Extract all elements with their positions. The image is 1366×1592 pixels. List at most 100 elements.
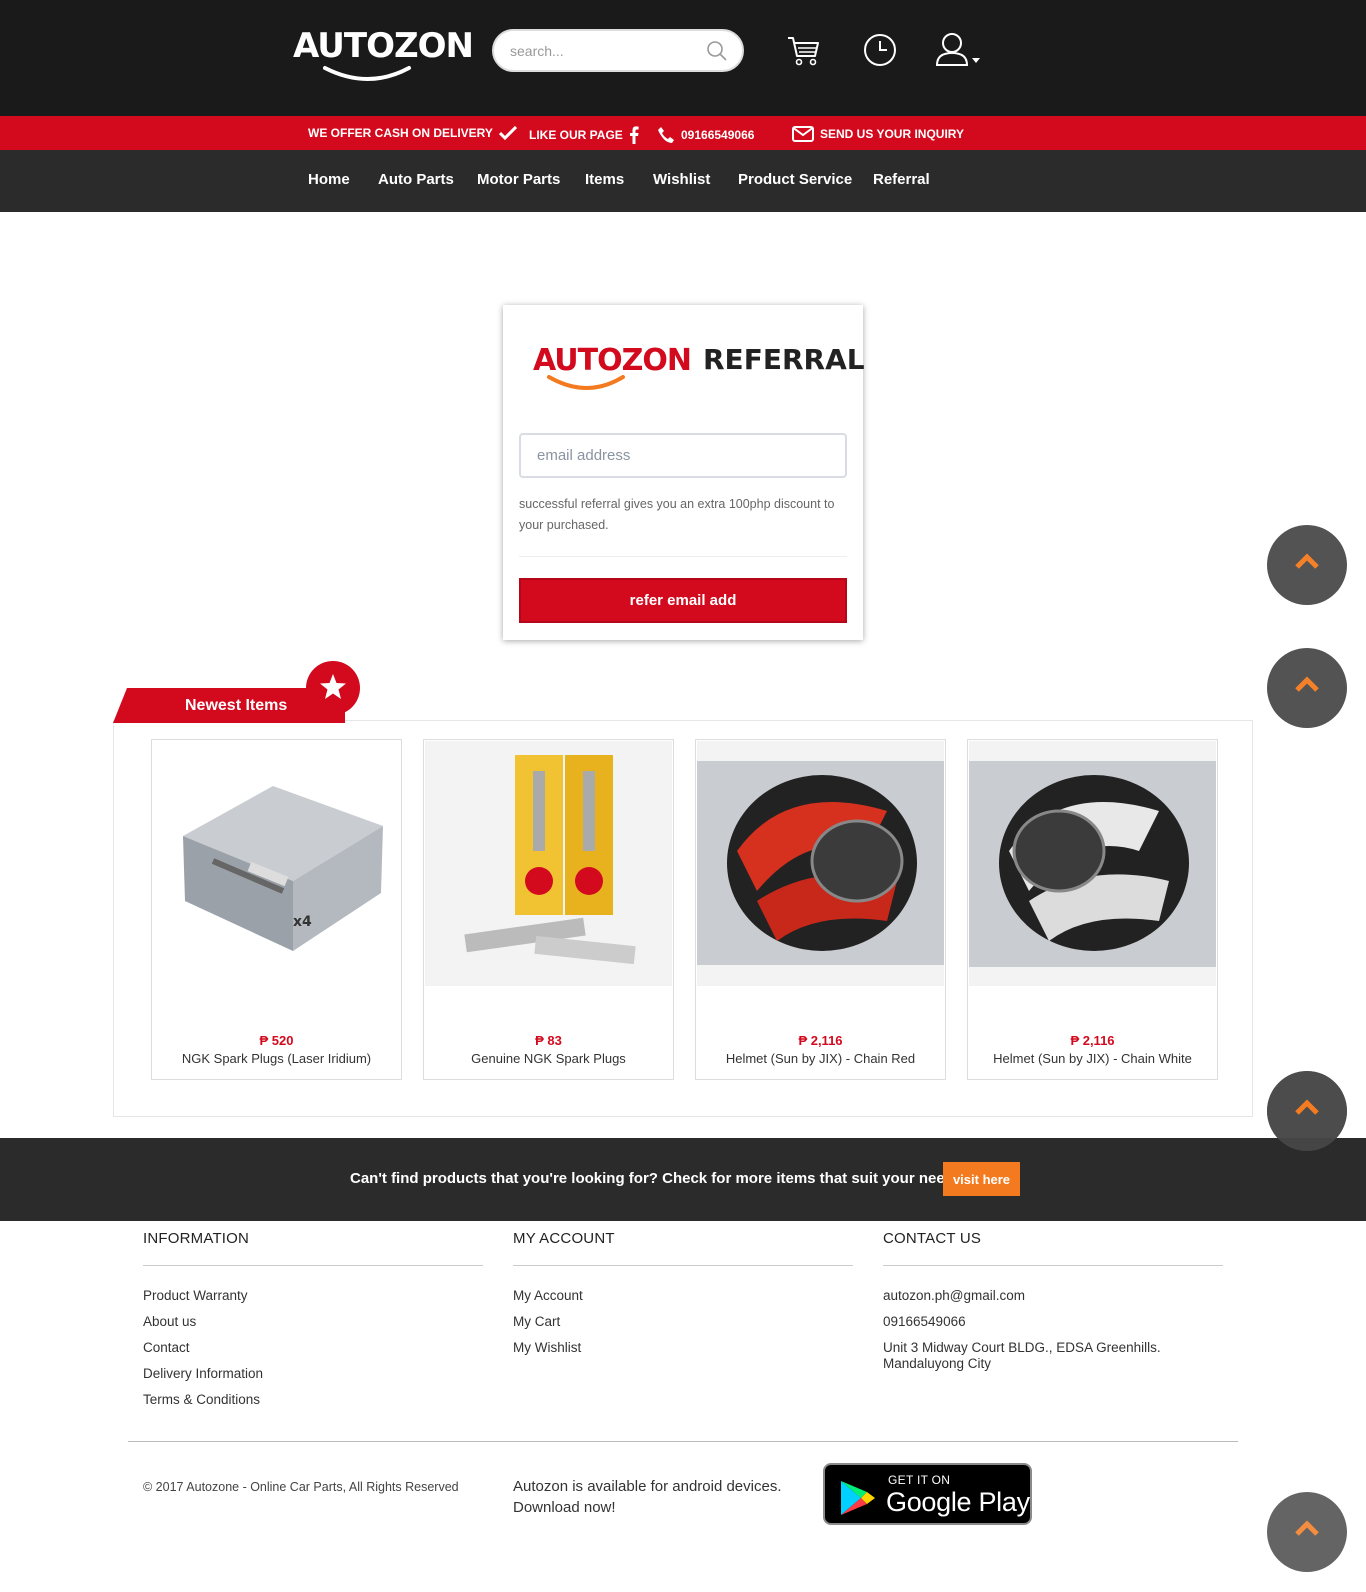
product-price: ₱ 2,116 [1070, 1033, 1115, 1048]
footer-link-contact[interactable]: Contact [143, 1340, 483, 1356]
like-page-link[interactable]: LIKE OUR PAGE [529, 126, 639, 144]
envelope-icon [792, 126, 814, 142]
footer-link-about-us[interactable]: About us [143, 1314, 483, 1330]
google-play-badge[interactable]: GET IT ON Google Play [823, 1463, 1032, 1525]
nav-referral[interactable]: Referral [873, 171, 930, 188]
cart-icon[interactable] [786, 32, 820, 68]
footer-contact-title: CONTACT US [883, 1230, 982, 1247]
gplay-small-text: GET IT ON [888, 1473, 951, 1487]
footer-link-my-cart[interactable]: My Cart [513, 1314, 853, 1330]
user-account-icon[interactable] [936, 32, 984, 68]
like-text: LIKE OUR PAGE [529, 128, 623, 142]
footer-link-my-wishlist[interactable]: My Wishlist [513, 1340, 853, 1356]
footer-divider [128, 1441, 1238, 1442]
refer-email-button[interactable]: refer email add [519, 578, 847, 623]
product-image[interactable] [969, 741, 1216, 986]
logo-text: AUTOZON [293, 26, 474, 66]
helmet-red-image [697, 761, 944, 965]
gplay-big-text: Google Play [886, 1487, 1030, 1517]
product-price: ₱ 83 [535, 1033, 562, 1048]
footer-rule [513, 1265, 853, 1266]
back-to-top-button[interactable] [1267, 1492, 1347, 1572]
facebook-icon[interactable] [629, 126, 639, 144]
google-play-icon [841, 1481, 875, 1515]
search-icon[interactable] [706, 40, 728, 62]
footer-link-delivery-information[interactable]: Delivery Information [143, 1366, 483, 1382]
footer-link-my-account[interactable]: My Account [513, 1288, 853, 1304]
footer-link-product-warranty[interactable]: Product Warranty [143, 1288, 483, 1304]
logo-smile-icon [323, 66, 411, 81]
footer-contact-address: Unit 3 Midway Court BLDG., EDSA Greenhil… [883, 1340, 1161, 1371]
cta-text: Can't find products that you're looking … [350, 1170, 967, 1187]
promo-bar: WE OFFER CASH ON DELIVERY LIKE OUR PAGE … [0, 116, 1366, 150]
chevron-up-icon [1295, 553, 1319, 569]
product-card[interactable]: ₱ 2,116 Helmet (Sun by JIX) - Chain Red [695, 739, 946, 1080]
referral-email-input[interactable] [519, 433, 847, 478]
product-name[interactable]: Helmet (Sun by JIX) - Chain Red [696, 1051, 945, 1066]
footer-contact-email[interactable]: autozon.ph@gmail.com [883, 1288, 1223, 1304]
footer-contact-phone: 09166549066 [883, 1314, 966, 1329]
referral-logo-suffix: REFERRAL [703, 343, 865, 376]
back-to-top-button-overlay[interactable] [1267, 1071, 1347, 1151]
cod-notice: WE OFFER CASH ON DELIVERY [308, 126, 517, 140]
product-name[interactable]: NGK Spark Plugs (Laser Iridium) [152, 1051, 401, 1066]
search-input[interactable] [510, 39, 700, 63]
referral-logo: AUTOZON REFERRAL [533, 343, 865, 403]
android-availability: Autozon is available for android devices… [513, 1476, 782, 1518]
nav-home[interactable]: Home [308, 171, 350, 188]
helmet-white-image [969, 761, 1216, 967]
product-image[interactable]: x4 [153, 741, 400, 986]
main-nav: Home Auto Parts Motor Parts Items Wishli… [0, 150, 1366, 212]
footer-rule [883, 1265, 1223, 1266]
star-icon [320, 674, 346, 699]
product-name[interactable]: Helmet (Sun by JIX) - Chain White [968, 1051, 1217, 1066]
nav-items[interactable]: Items [585, 171, 624, 188]
phone-icon [658, 127, 674, 143]
phone-link[interactable]: 09166549066 [657, 126, 754, 144]
referral-card: AUTOZON REFERRAL successful referral giv… [503, 305, 865, 640]
nav-auto-parts[interactable]: Auto Parts [378, 171, 454, 188]
cta-banner: Can't find products that you're looking … [0, 1138, 1366, 1221]
check-icon [498, 126, 517, 140]
nav-motor-parts[interactable]: Motor Parts [477, 171, 560, 188]
newest-items-title: Newest Items [185, 697, 288, 714]
back-to-top-button[interactable] [1267, 648, 1347, 728]
product-price: ₱ 2,116 [798, 1033, 843, 1048]
referral-note: successful referral gives you an extra 1… [519, 497, 835, 532]
card-divider [519, 556, 847, 557]
footer-rule [143, 1265, 483, 1266]
product-card[interactable]: ₱ 83 Genuine NGK Spark Plugs [423, 739, 674, 1080]
footer-information: INFORMATION Product Warranty About us Co… [143, 1230, 483, 1418]
ngk-spark-plugs-image [464, 755, 636, 965]
inquiry-link[interactable]: SEND US YOUR INQUIRY [792, 126, 964, 142]
android-line-1: Autozon is available for android devices… [513, 1478, 782, 1495]
nav-wishlist[interactable]: Wishlist [653, 171, 710, 188]
svg-text:x4: x4 [293, 914, 312, 930]
product-image[interactable] [697, 741, 944, 986]
footer-link-terms[interactable]: Terms & Conditions [143, 1392, 483, 1408]
product-name[interactable]: Genuine NGK Spark Plugs [424, 1051, 673, 1066]
copyright-text: © 2017 Autozone - Online Car Parts, All … [143, 1480, 459, 1494]
visit-here-button[interactable]: visit here [943, 1162, 1020, 1196]
top-header: AUTOZON [0, 0, 1366, 116]
product-image[interactable] [425, 741, 672, 986]
chevron-up-icon [1295, 1520, 1319, 1536]
search-box [492, 29, 744, 72]
back-to-top-button[interactable] [1267, 525, 1347, 605]
history-clock-icon[interactable] [862, 32, 898, 68]
referral-logo-smile-icon [547, 375, 625, 390]
nav-product-service[interactable]: Product Service [738, 171, 852, 188]
cod-text: WE OFFER CASH ON DELIVERY [308, 126, 493, 140]
ribbon-star-badge [306, 661, 360, 715]
footer-contact-us: CONTACT US autozon.ph@gmail.com 09166549… [883, 1230, 1223, 1382]
product-price: ₱ 520 [259, 1033, 294, 1048]
footer-my-account: MY ACCOUNT My Account My Cart My Wishlis… [513, 1230, 853, 1366]
autozon-logo[interactable]: AUTOZON [293, 24, 474, 84]
product-card[interactable]: ₱ 2,116 Helmet (Sun by JIX) - Chain Whit… [967, 739, 1218, 1080]
product-card[interactable]: x4 ₱ 520 NGK Spark Plugs (Laser Iridium) [151, 739, 402, 1080]
chevron-up-icon [1295, 1099, 1319, 1115]
spark-plug-box-image: x4 [183, 786, 383, 951]
footer-information-title: INFORMATION [143, 1230, 250, 1247]
chevron-up-icon [1295, 676, 1319, 692]
footer-account-title: MY ACCOUNT [513, 1230, 615, 1247]
